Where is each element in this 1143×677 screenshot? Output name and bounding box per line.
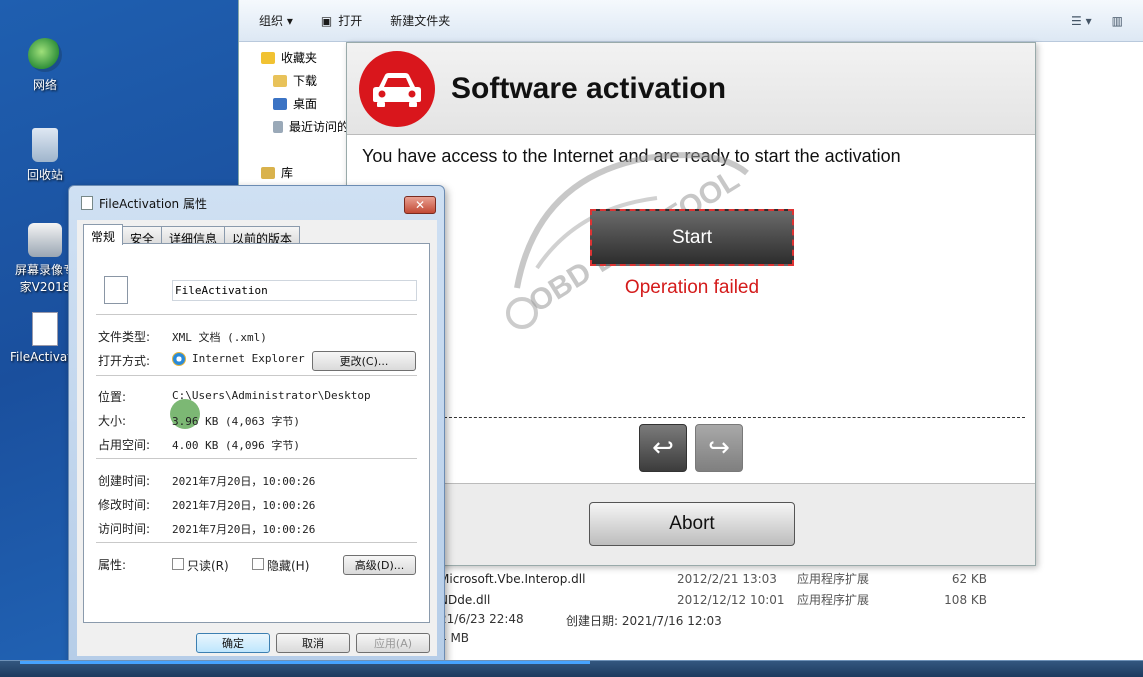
details-pane: 21/6/23 22:48 4 MB 创建日期: 2021/7/16 12:03 (439, 612, 722, 650)
xml-file-icon (32, 312, 58, 346)
recycle-bin-icon (32, 128, 58, 162)
recent-places-icon (273, 120, 283, 133)
desktop-icon-recycle-bin[interactable]: 回收站 (10, 128, 80, 183)
status-message: Operation failed (624, 277, 760, 298)
modified-label: 修改时间: (98, 498, 151, 512)
change-button[interactable]: 更改(C)... (312, 351, 416, 371)
preview-pane-icon[interactable]: ▥ (1112, 14, 1123, 28)
nav-item-downloads[interactable]: 下载 (239, 69, 349, 92)
desktop-icon-label: 回收站 (26, 168, 63, 182)
dialog-title: FileActivation 属性 (99, 196, 207, 211)
created-label: 创建时间: (98, 474, 151, 488)
created-value: 2021年7月20日，10:00:26 (172, 475, 316, 488)
location-label: 位置: (98, 390, 127, 404)
organize-button[interactable]: 组织 ▾ (259, 12, 293, 29)
disk-size-value: 4.00 KB (4,096 字节) (172, 439, 300, 452)
dialog-client: 常规 安全 详细信息 以前的版本 FileActivation 文件类型: XM… (77, 220, 437, 656)
accessed-label: 访问时间: (98, 522, 151, 536)
details-created: 创建日期: 2021/7/16 12:03 (566, 614, 722, 628)
details-size: 4 MB (439, 631, 470, 645)
tab-general[interactable]: 常规 (83, 224, 124, 245)
open-button[interactable]: ▣ 打开 (321, 12, 362, 29)
forward-button[interactable]: ↪ (695, 424, 743, 472)
taskbar-progress (20, 661, 590, 664)
nav-item-desktop[interactable]: 桌面 (239, 92, 349, 115)
xml-file-icon (104, 276, 128, 304)
nav-item-favorites[interactable]: 收藏夹 (239, 46, 349, 69)
desktop-icon-network[interactable]: 网络 (10, 38, 80, 93)
car-logo-icon (359, 50, 435, 127)
divider (96, 458, 417, 459)
accessed-value: 2021年7月20日，10:00:26 (172, 523, 316, 536)
cancel-button[interactable]: 取消 (276, 633, 350, 653)
desktop-icon (273, 97, 287, 110)
divider (439, 417, 1025, 418)
back-arrow-icon: ↩ (652, 433, 674, 463)
download-folder-icon (273, 74, 287, 87)
list-item[interactable]: NDde.dll 2012/12/12 10:01 应用程序扩展 108 KB (439, 589, 999, 610)
readonly-checkbox[interactable] (172, 558, 184, 570)
start-button[interactable]: Start (590, 209, 794, 266)
details-modified: 21/6/23 22:48 (439, 612, 524, 626)
divider (96, 542, 417, 543)
general-panel: FileActivation 文件类型: XML 文档 (.xml) 打开方式:… (83, 243, 430, 623)
forward-arrow-icon: ↪ (708, 433, 730, 463)
file-list: Microsoft.Vbe.Interop.dll 2012/2/21 13:0… (439, 568, 999, 610)
view-options-icon[interactable]: ☰ ▾ (1071, 14, 1092, 28)
activation-footer: Abort (347, 483, 1035, 565)
location-value: C:\Users\Administrator\Desktop (172, 389, 371, 402)
taskbar (0, 660, 1143, 677)
modified-value: 2021年7月20日，10:00:26 (172, 499, 316, 512)
hidden-label: 隐藏(H) (267, 559, 310, 573)
explorer-toolbar: 组织 ▾ ▣ 打开 新建文件夹 ☰ ▾ ▥ (239, 0, 1143, 42)
disk-size-label: 占用空间: (98, 438, 151, 452)
desktop-icon-label: 网络 (32, 78, 57, 92)
tab-details[interactable]: 详细信息 (161, 226, 226, 246)
open-icon: ▣ (320, 13, 333, 28)
hidden-checkbox[interactable] (252, 558, 264, 570)
apply-button[interactable]: 应用(A) (356, 633, 430, 653)
list-item[interactable]: Microsoft.Vbe.Interop.dll 2012/2/21 13:0… (439, 568, 999, 589)
dialog-titlebar: FileActivation 属性 (69, 186, 444, 220)
nav-item-library[interactable]: 库 (239, 161, 349, 184)
abort-button[interactable]: Abort (589, 502, 795, 546)
tab-previous-versions[interactable]: 以前的版本 (224, 226, 301, 246)
size-value: 3.96 KB (4,063 字节) (172, 415, 300, 428)
filename-field[interactable]: FileActivation (172, 280, 417, 301)
ok-button[interactable]: 确定 (196, 633, 270, 653)
file-type-value: XML 文档 (.xml) (172, 331, 267, 344)
activation-header: Software activation (347, 43, 1035, 135)
readonly-label: 只读(R) (187, 559, 229, 573)
activation-title: Software activation (451, 71, 727, 105)
advanced-button[interactable]: 高级(D)... (343, 555, 416, 575)
size-label: 大小: (98, 414, 127, 428)
open-with-label: 打开方式: (98, 354, 151, 368)
close-button[interactable]: ✕ (404, 196, 436, 214)
tab-strip: 常规 安全 详细信息 以前的版本 (83, 224, 301, 246)
activation-message: You have access to the Internet and are … (362, 146, 901, 166)
activation-window: Software activation You have access to t… (346, 42, 1036, 566)
file-type-label: 文件类型: (98, 330, 151, 344)
divider (96, 375, 417, 376)
divider (96, 314, 417, 315)
open-with-value: Internet Explorer (192, 352, 305, 365)
new-folder-button[interactable]: 新建文件夹 (390, 12, 450, 29)
network-icon (28, 38, 62, 72)
library-icon (261, 166, 275, 179)
star-icon (261, 51, 275, 64)
tab-security[interactable]: 安全 (122, 226, 163, 246)
screen-recorder-icon (28, 223, 62, 257)
attributes-label: 属性: (98, 558, 127, 572)
nav-item-recent[interactable]: 最近访问的 (239, 115, 349, 138)
xml-file-icon (81, 196, 93, 210)
properties-dialog: FileActivation 属性 ✕ 常规 安全 详细信息 以前的版本 Fil… (68, 185, 445, 663)
back-button[interactable]: ↩ (639, 424, 687, 472)
internet-explorer-icon (172, 352, 186, 366)
